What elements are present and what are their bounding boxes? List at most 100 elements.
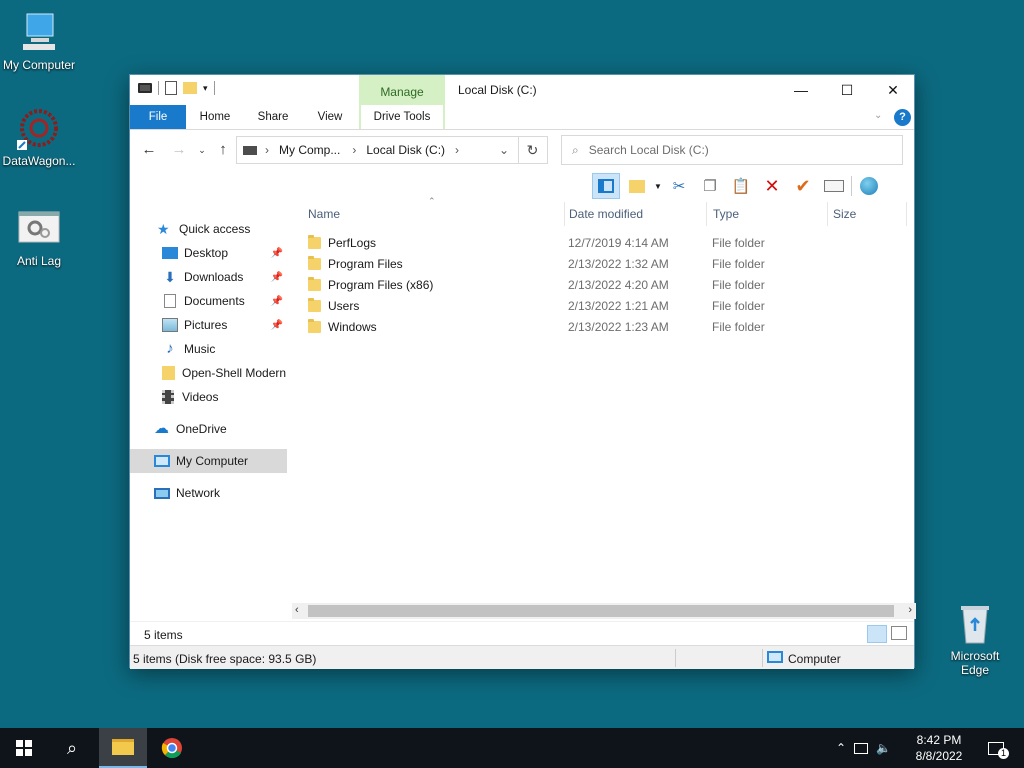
column-header-name[interactable]: Name — [308, 207, 340, 221]
nav-item-pictures[interactable]: Pictures 📌 — [130, 313, 287, 337]
nav-item-documents[interactable]: Documents 📌 — [130, 289, 287, 313]
clock[interactable]: 8:42 PM 8/8/2022 — [902, 732, 976, 764]
item-count: 5 items — [144, 628, 183, 642]
horizontal-scrollbar[interactable]: ‹ › — [292, 603, 916, 619]
recent-locations-button[interactable]: ⌄ — [192, 140, 212, 160]
scroll-left-icon[interactable]: ‹ — [295, 604, 299, 616]
taskbar: ⌕ ⌃ 🔈 8:42 PM 8/8/2022 1 — [0, 728, 1024, 768]
start-button[interactable] — [0, 728, 48, 768]
rename-icon[interactable] — [820, 173, 848, 199]
tab-home[interactable]: Home — [192, 105, 238, 129]
cut-icon[interactable]: ✂ — [665, 173, 693, 199]
nav-label: Music — [184, 342, 216, 356]
drive-icon — [243, 145, 257, 155]
refresh-button[interactable]: ↻ — [518, 136, 546, 164]
desktop-icon-my-computer[interactable]: My Computer — [0, 10, 81, 72]
details-status-bar: 5 items (Disk free space: 93.5 GB) Compu… — [130, 645, 914, 669]
column-header-size[interactable]: Size — [833, 207, 856, 221]
action-center-button[interactable]: 1 — [976, 728, 1016, 768]
folder-options-icon[interactable] — [623, 173, 651, 199]
nav-my-computer[interactable]: My Computer — [130, 449, 287, 473]
folder-icon — [308, 256, 321, 270]
close-button[interactable]: ✕ — [870, 75, 916, 105]
minimize-button[interactable]: — — [778, 75, 824, 105]
scrollbar-thumb[interactable] — [308, 605, 894, 617]
properties-icon[interactable] — [165, 81, 177, 95]
file-type: File folder — [712, 236, 765, 250]
pin-icon[interactable]: 📌 — [271, 320, 283, 331]
nav-quick-access[interactable]: ★ Quick access — [130, 217, 287, 241]
breadcrumb-separator-icon[interactable]: › — [455, 143, 459, 157]
file-name: PerfLogs — [328, 236, 377, 250]
details-view-icon[interactable] — [867, 625, 887, 643]
preview-pane-icon[interactable] — [592, 173, 620, 199]
desktop-icon-anti-lag[interactable]: Anti Lag — [0, 206, 81, 268]
tab-share[interactable]: Share — [250, 105, 296, 129]
nav-item-downloads[interactable]: ⬇ Downloads 📌 — [130, 265, 287, 289]
maximize-button[interactable]: ☐ — [824, 75, 870, 105]
network-icon — [154, 487, 170, 499]
table-row[interactable]: Users 2/13/2022 1:21 AM File folder — [306, 296, 906, 317]
address-dropdown-icon[interactable]: ⌄ — [499, 143, 509, 157]
download-arrow-icon: ⬇ — [164, 269, 176, 285]
chrome-taskbar-button[interactable] — [148, 728, 196, 768]
copy-icon[interactable]: ❐ — [696, 173, 724, 199]
table-row[interactable]: Program Files 2/13/2022 1:32 AM File fol… — [306, 254, 906, 275]
column-header-date[interactable]: Date modified — [569, 207, 643, 221]
network-status-icon[interactable] — [854, 742, 869, 754]
new-folder-icon[interactable] — [183, 82, 197, 94]
help-icon[interactable]: ? — [894, 109, 911, 126]
file-explorer-taskbar-button[interactable] — [99, 728, 147, 768]
dropdown-arrow-icon[interactable]: ▼ — [654, 182, 662, 191]
paste-icon[interactable]: 📋 — [727, 173, 755, 199]
nav-item-music[interactable]: ♪ Music — [130, 337, 287, 361]
search-box[interactable]: ⌕ Search Local Disk (C:) — [561, 135, 903, 165]
table-row[interactable]: PerfLogs 12/7/2019 4:14 AM File folder — [306, 233, 906, 254]
large-icons-view-icon[interactable] — [891, 626, 907, 640]
search-button[interactable]: ⌕ — [48, 728, 96, 768]
forward-button[interactable]: → — [169, 140, 189, 160]
nav-label: My Computer — [176, 454, 249, 468]
checkmark-icon[interactable]: ✔ — [789, 173, 817, 199]
desktop-icon-recycle-bin[interactable]: Microsoft Edge — [933, 601, 1017, 677]
globe-icon[interactable] — [855, 173, 883, 199]
clock-date: 8/8/2022 — [915, 749, 963, 763]
breadcrumb-local-disk[interactable]: Local Disk (C:) — [366, 143, 445, 157]
expand-ribbon-icon[interactable]: ⌄ — [874, 110, 882, 121]
volume-icon[interactable]: 🔈 — [876, 741, 891, 755]
pin-icon[interactable]: 📌 — [271, 248, 283, 259]
nav-network[interactable]: Network — [130, 481, 287, 505]
show-hidden-icons-icon[interactable]: ⌃ — [836, 741, 846, 755]
computer-icon — [767, 651, 783, 663]
tab-file[interactable]: File — [130, 105, 186, 129]
nav-item-desktop[interactable]: Desktop 📌 — [130, 241, 287, 265]
desktop-icon-label: Microsoft Edge — [950, 649, 1000, 677]
table-row[interactable]: Program Files (x86) 2/13/2022 4:20 AM Fi… — [306, 275, 906, 296]
separator — [213, 81, 215, 95]
table-row[interactable]: Windows 2/13/2022 1:23 AM File folder — [306, 317, 906, 338]
tab-view[interactable]: View — [308, 105, 352, 129]
pin-icon[interactable]: 📌 — [271, 296, 283, 307]
nav-item-videos[interactable]: Videos — [130, 385, 287, 409]
folder-icon — [308, 277, 321, 291]
desktop-icon-datawagon[interactable]: DataWagon... — [0, 106, 81, 168]
cloud-icon: ☁ — [154, 420, 169, 437]
location-label: Computer — [788, 652, 841, 666]
scroll-right-icon[interactable]: › — [908, 604, 912, 616]
address-bar[interactable]: › My Comp... › Local Disk (C:) › ⌄ — [236, 136, 548, 164]
search-input[interactable]: Search Local Disk (C:) — [589, 143, 709, 157]
column-header-type[interactable]: Type — [713, 207, 739, 221]
up-button[interactable]: ↑ — [213, 140, 233, 160]
customize-qat-icon[interactable]: ▾ — [203, 83, 208, 94]
nav-label: Quick access — [179, 222, 251, 236]
nav-onedrive[interactable]: ☁ OneDrive — [130, 417, 287, 441]
breadcrumb-separator-icon[interactable]: › — [352, 143, 356, 157]
breadcrumb-my-computer[interactable]: My Comp... — [279, 143, 340, 157]
delete-icon[interactable]: ✕ — [758, 173, 786, 199]
nav-item-open-shell[interactable]: Open-Shell Modern — [130, 361, 287, 385]
column-divider — [564, 202, 565, 226]
pin-icon[interactable]: 📌 — [271, 272, 283, 283]
back-button[interactable]: ← — [139, 140, 159, 160]
tab-drive-tools[interactable]: Drive Tools — [361, 105, 443, 129]
drive-icon[interactable] — [138, 83, 152, 93]
